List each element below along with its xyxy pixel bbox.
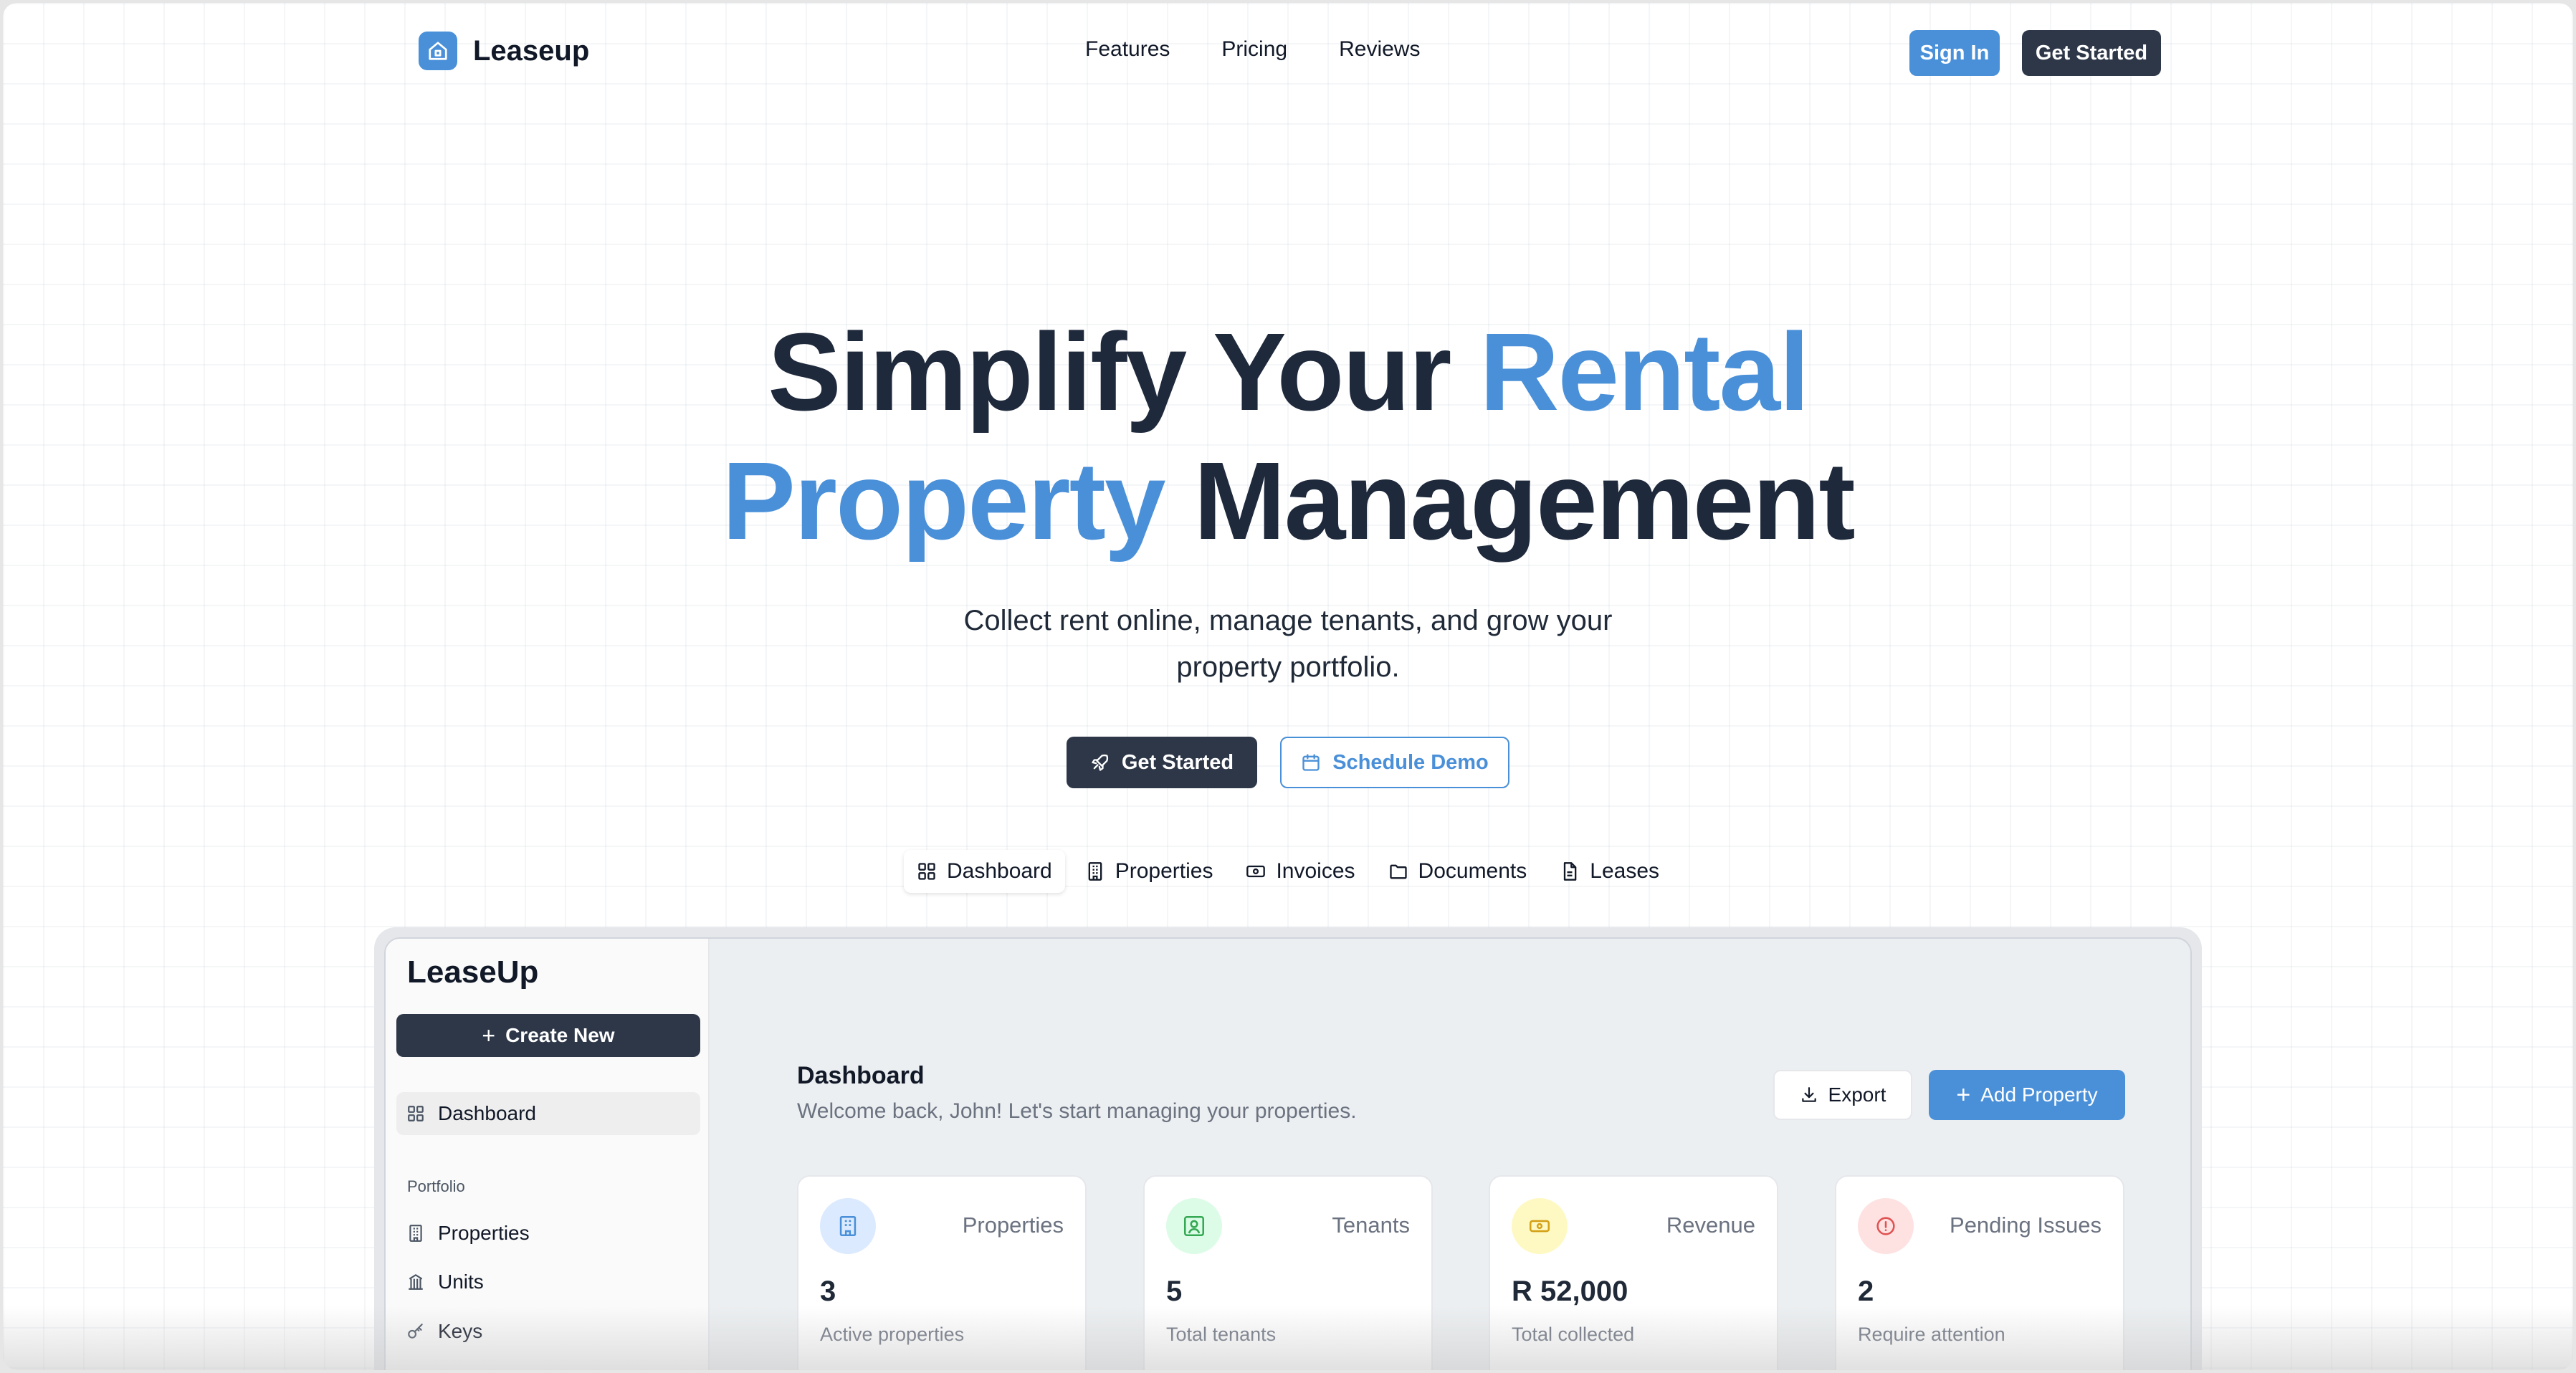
tab-leases-label: Leases xyxy=(1590,859,1660,883)
hero-subtitle: Collect rent online, manage tenants, and… xyxy=(3,598,2573,691)
grid-icon xyxy=(918,863,935,880)
brand[interactable]: Leaseup xyxy=(419,32,589,70)
alert-icon xyxy=(1858,1198,1914,1254)
app-preview: LeaseUp + Create New Dashboard Portfolio… xyxy=(374,927,2202,1370)
nav-link-features[interactable]: Features xyxy=(1085,37,1170,62)
calendar-icon xyxy=(1302,754,1320,771)
cta-row: Get Started Schedule Demo xyxy=(3,737,2573,788)
stat-card-tenants[interactable]: Tenants 5 Total tenants xyxy=(1143,1175,1433,1370)
hero-title-part4: Management xyxy=(1164,439,1855,563)
tab-documents-label: Documents xyxy=(1418,859,1527,883)
stat-card-caption: Active properties xyxy=(820,1324,965,1345)
stat-card-value: 2 xyxy=(1858,1276,1874,1307)
nav-link-reviews[interactable]: Reviews xyxy=(1339,37,1420,62)
building-icon xyxy=(1088,862,1102,881)
brand-name: Leaseup xyxy=(473,34,590,67)
grid-icon xyxy=(408,1106,424,1121)
tab-dashboard[interactable]: Dashboard xyxy=(903,850,1065,893)
browser-page: Leaseup Features Pricing Reviews Sign In… xyxy=(3,3,2573,1370)
sidebar-section-portfolio: Portfolio xyxy=(407,1177,465,1195)
tab-dashboard-label: Dashboard xyxy=(946,859,1052,883)
hero-subtitle-line1: Collect rent online, manage tenants, and… xyxy=(963,605,1613,636)
home-icon xyxy=(419,32,457,70)
stat-card-value: R 52,000 xyxy=(1512,1276,1628,1307)
sidebar-item-label: Properties xyxy=(438,1222,530,1244)
tab-properties[interactable]: Properties xyxy=(1072,850,1226,893)
create-new-button[interactable]: + Create New xyxy=(396,1014,700,1057)
tab-documents[interactable]: Documents xyxy=(1375,850,1540,893)
create-new-label: Create New xyxy=(505,1024,615,1046)
get-started-nav-button[interactable]: Get Started xyxy=(2022,30,2161,76)
stat-card-label: Properties xyxy=(962,1212,1064,1238)
key-icon xyxy=(408,1324,423,1339)
stat-card-label: Tenants xyxy=(1332,1212,1410,1238)
app-sidebar: LeaseUp + Create New Dashboard Portfolio… xyxy=(386,939,710,1370)
stat-card-caption: Total tenants xyxy=(1166,1324,1277,1345)
app-title: LeaseUp xyxy=(407,955,539,990)
app-window: LeaseUp + Create New Dashboard Portfolio… xyxy=(384,937,2192,1370)
money-icon xyxy=(1246,865,1266,878)
stat-card-caption: Require attention xyxy=(1858,1324,2005,1345)
building-icon xyxy=(409,1225,422,1242)
stat-card-caption: Total collected xyxy=(1512,1324,1635,1345)
plus-icon: + xyxy=(482,1022,496,1048)
schedule-demo-label: Schedule Demo xyxy=(1332,750,1489,774)
stat-card-pending-issues[interactable]: Pending Issues 2 Require attention xyxy=(1835,1175,2124,1370)
dashboard-title: Dashboard xyxy=(797,1062,925,1089)
stat-card-revenue[interactable]: Revenue R 52,000 Total collected xyxy=(1489,1175,1778,1370)
sidebar-item-dashboard[interactable]: Dashboard xyxy=(396,1092,700,1135)
sidebar-item-units[interactable]: Units xyxy=(396,1260,700,1303)
dashboard-subtitle: Welcome back, John! Let's start managing… xyxy=(797,1099,1357,1123)
tab-invoices-label: Invoices xyxy=(1276,859,1355,883)
sign-in-button[interactable]: Sign In xyxy=(1909,30,2000,76)
hero-get-started-button[interactable]: Get Started xyxy=(1067,737,1257,788)
stat-card-label: Revenue xyxy=(1666,1212,1755,1238)
sidebar-item-properties[interactable]: Properties xyxy=(396,1212,700,1255)
preview-tabs: Dashboard Properties Invoices Documents … xyxy=(3,850,2573,893)
sidebar-item-label: Dashboard xyxy=(438,1102,536,1124)
sidebar-item-label: Keys xyxy=(438,1320,483,1342)
money-icon xyxy=(1512,1198,1568,1254)
tab-properties-label: Properties xyxy=(1115,859,1213,883)
stat-card-label: Pending Issues xyxy=(1950,1212,2102,1238)
hero-get-started-label: Get Started xyxy=(1121,750,1234,774)
sidebar-item-keys[interactable]: Keys xyxy=(396,1310,700,1353)
columns-icon xyxy=(409,1274,423,1290)
building-icon xyxy=(820,1198,876,1254)
file-icon xyxy=(1564,862,1577,881)
stat-card-value: 5 xyxy=(1166,1276,1183,1307)
top-nav: Features Pricing Reviews xyxy=(1085,37,1420,62)
hero-title-part3: Property xyxy=(722,439,1165,563)
add-property-label: Add Property xyxy=(1980,1083,2098,1106)
plus-icon: + xyxy=(1956,1081,1971,1109)
download-icon xyxy=(1801,1087,1816,1102)
export-label: Export xyxy=(1828,1083,1886,1106)
tab-invoices[interactable]: Invoices xyxy=(1233,850,1368,893)
hero-subtitle-line2: property portfolio. xyxy=(1176,651,1400,683)
tab-leases[interactable]: Leases xyxy=(1547,850,1672,893)
stat-card-value: 3 xyxy=(820,1276,836,1307)
user-icon xyxy=(1166,1198,1222,1254)
folder-icon xyxy=(1389,864,1407,879)
hero-title-part1: Simplify Your xyxy=(768,310,1480,434)
hero-title-part2: Rental xyxy=(1479,310,1810,434)
add-property-button[interactable]: + Add Property xyxy=(1929,1070,2125,1120)
export-button[interactable]: Export xyxy=(1773,1070,1912,1120)
hero-title: Simplify Your Rental Property Management xyxy=(3,307,2573,565)
schedule-demo-button[interactable]: Schedule Demo xyxy=(1280,737,1509,788)
sidebar-item-label: Units xyxy=(438,1271,484,1293)
nav-link-pricing[interactable]: Pricing xyxy=(1221,37,1287,62)
stat-card-properties[interactable]: Properties 3 Active properties xyxy=(797,1175,1087,1370)
rocket-icon xyxy=(1092,754,1108,771)
